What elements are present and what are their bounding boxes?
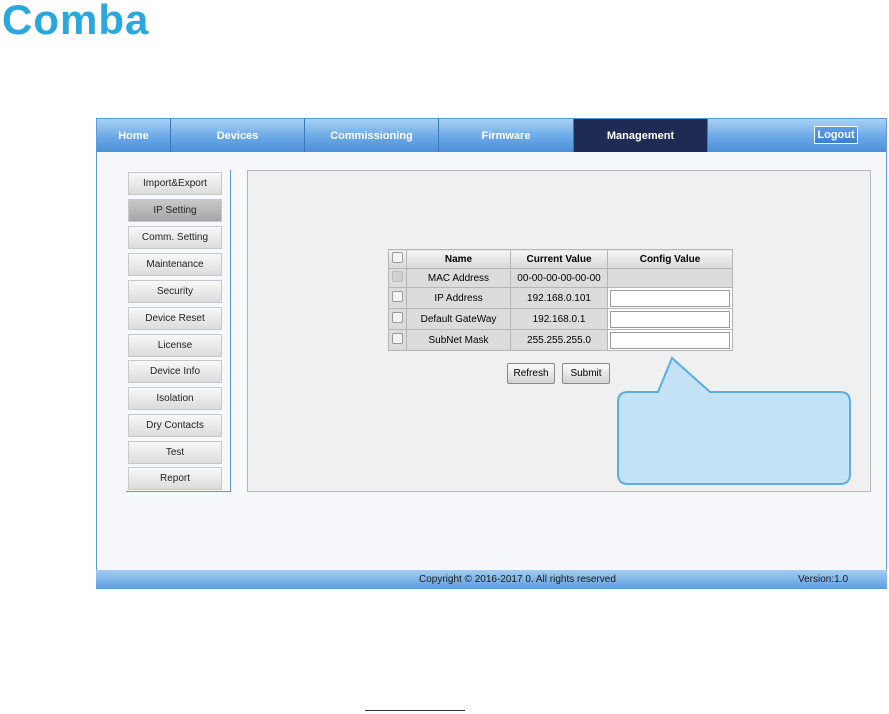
sidebar-item-test[interactable]: Test <box>128 441 222 464</box>
row-name: MAC Address <box>406 268 511 288</box>
sidebar-item-isolation[interactable]: Isolation <box>128 387 222 410</box>
row-config-cell <box>607 308 733 330</box>
tab-management[interactable]: Management <box>574 119 708 152</box>
row-current-value: 255.255.255.0 <box>510 329 608 351</box>
tab-home[interactable]: Home <box>97 119 171 152</box>
column-header-current-value: Current Value <box>510 249 608 269</box>
subnet-mask-input[interactable] <box>610 331 730 349</box>
logout-button[interactable]: Logout <box>814 126 858 144</box>
checkbox-icon <box>392 291 403 302</box>
comba-logo: Comba <box>2 0 150 43</box>
table-row: MAC Address 00-00-00-00-00-00 <box>388 268 733 288</box>
sidebar-item-maintenance[interactable]: Maintenance <box>128 253 222 276</box>
copyright-text: Copyright © 2016-2017 0. All rights rese… <box>419 574 616 585</box>
sidebar-item-report[interactable]: Report <box>128 467 222 490</box>
column-header-config-value: Config Value <box>607 249 733 269</box>
row-current-value: 00-00-00-00-00-00 <box>510 268 608 288</box>
top-nav: Home Devices Commissioning Firmware Mana… <box>97 119 886 152</box>
version-text: Version:1.0 <box>798 574 849 585</box>
row-checkbox <box>388 268 407 288</box>
row-name: SubNet Mask <box>406 329 511 351</box>
checkbox-icon <box>392 312 403 323</box>
table-row: IP Address 192.168.0.101 <box>388 287 733 309</box>
refresh-button[interactable]: Refresh <box>507 363 555 384</box>
row-current-value: 192.168.0.101 <box>510 287 608 309</box>
footer: Copyright © 2016-2017 0. All rights rese… <box>96 570 887 589</box>
tab-firmware[interactable]: Firmware <box>439 119 574 152</box>
tab-devices[interactable]: Devices <box>171 119 305 152</box>
row-current-value: 192.168.0.1 <box>510 308 608 330</box>
sidebar-item-dry-contacts[interactable]: Dry Contacts <box>128 414 222 437</box>
tab-commissioning[interactable]: Commissioning <box>305 119 439 152</box>
row-checkbox[interactable] <box>388 287 407 309</box>
row-name: Default GateWay <box>406 308 511 330</box>
submit-button[interactable]: Submit <box>562 363 610 384</box>
checkbox-icon <box>392 252 403 263</box>
ip-settings-table: Name Current Value Config Value MAC Addr… <box>388 249 733 351</box>
table-row: SubNet Mask 255.255.255.0 <box>388 329 733 351</box>
row-config-value <box>607 268 733 288</box>
underline-rule <box>365 710 465 711</box>
row-name: IP Address <box>406 287 511 309</box>
row-config-cell <box>607 329 733 351</box>
table-row: Default GateWay 192.168.0.1 <box>388 308 733 330</box>
sidebar-item-ip-setting[interactable]: IP Setting <box>128 199 222 222</box>
column-header-name: Name <box>406 249 511 269</box>
sidebar-item-comm-setting[interactable]: Comm. Setting <box>128 226 222 249</box>
sidebar-item-import-export[interactable]: Import&Export <box>128 172 222 195</box>
checkbox-icon <box>392 333 403 344</box>
callout-shape <box>617 356 851 485</box>
row-config-cell <box>607 287 733 309</box>
row-checkbox[interactable] <box>388 308 407 330</box>
sidebar-item-device-reset[interactable]: Device Reset <box>128 307 222 330</box>
sidebar: Import&Export IP Setting Comm. Setting M… <box>126 170 231 492</box>
row-checkbox[interactable] <box>388 329 407 351</box>
sidebar-item-security[interactable]: Security <box>128 280 222 303</box>
ip-address-input[interactable] <box>610 289 730 307</box>
callout-bubble <box>617 356 851 485</box>
checkbox-icon <box>392 271 403 282</box>
sidebar-item-device-info[interactable]: Device Info <box>128 360 222 383</box>
table-header-row: Name Current Value Config Value <box>388 249 733 269</box>
default-gateway-input[interactable] <box>610 310 730 328</box>
sidebar-item-license[interactable]: License <box>128 334 222 357</box>
select-all-checkbox[interactable] <box>388 249 407 269</box>
